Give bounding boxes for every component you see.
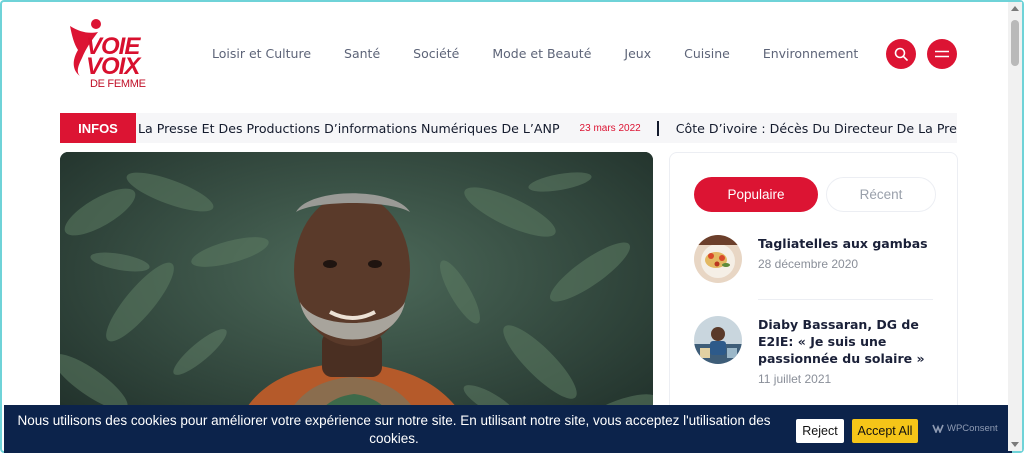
post-title[interactable]: Diaby Bassaran, DG de E2IE: « Je suis un…	[758, 316, 938, 367]
post-thumbnail[interactable]	[694, 316, 742, 364]
ticker-item[interactable]: La Presse Et Des Productions D’informati…	[138, 121, 560, 136]
wpconsent-logo-icon	[932, 424, 944, 433]
nav-item-cuisine[interactable]: Cuisine	[684, 46, 730, 61]
ticker-item-date: 23 mars 2022	[579, 122, 641, 134]
logo-word-de-femme: DE FEMME	[90, 78, 146, 90]
nav-item-mode-et-beaute[interactable]: Mode et Beauté	[492, 46, 591, 61]
cookie-consent-bar: Nous utilisons des cookies pour améliore…	[4, 405, 1012, 453]
scroll-down-arrow-icon[interactable]	[1011, 442, 1019, 447]
post-title[interactable]: Tagliatelles aux gambas	[758, 235, 938, 252]
person-portrait-image	[694, 316, 742, 364]
post-divider	[758, 299, 933, 300]
tab-populaire[interactable]: Populaire	[694, 177, 818, 212]
scroll-up-arrow-icon[interactable]	[1011, 6, 1019, 11]
post-date: 28 décembre 2020	[758, 257, 859, 271]
news-ticker: INFOS La Presse Et Des Productions D’inf…	[60, 113, 957, 143]
tab-recent[interactable]: Récent	[826, 177, 936, 212]
logo-word-voix: VOIX	[86, 53, 140, 80]
page-scrollbar[interactable]	[1008, 2, 1022, 451]
nav-item-environnement[interactable]: Environnement	[763, 46, 858, 61]
scrollbar-thumb[interactable]	[1011, 20, 1019, 66]
site-logo[interactable]: VOIE VOIX DE FEMME	[64, 16, 154, 92]
cookie-message: Nous utilisons des cookies pour améliore…	[17, 413, 771, 446]
search-icon	[894, 47, 908, 61]
post-date: 11 juillet 2021	[758, 372, 832, 386]
accept-all-cookies-button[interactable]: Accept All	[852, 419, 918, 443]
hamburger-menu-icon	[935, 50, 949, 58]
nav-item-loisir-et-culture[interactable]: Loisir et Culture	[212, 46, 311, 61]
main-nav: Loisir et Culture Santé Société Mode et …	[212, 46, 891, 61]
post-thumbnail[interactable]	[694, 235, 742, 283]
consent-brand[interactable]: WPConsent	[932, 423, 998, 434]
menu-button[interactable]	[927, 39, 957, 69]
food-dish-image	[694, 235, 742, 283]
consent-brand-label: WPConsent	[947, 423, 998, 434]
ticker-label: INFOS	[60, 113, 136, 143]
sidebar-post[interactable]: Tagliatelles aux gambas 28 décembre 2020	[694, 235, 938, 283]
ticker-separator	[656, 120, 659, 136]
nav-item-jeux[interactable]: Jeux	[624, 46, 651, 61]
sidebar-post[interactable]: Diaby Bassaran, DG de E2IE: « Je suis un…	[694, 316, 938, 386]
ticker-item[interactable]: Côte D’ivoire : Décès Du Directeur De La…	[676, 121, 957, 136]
sidebar-tabs: Populaire Récent	[694, 177, 936, 212]
nav-item-societe[interactable]: Société	[413, 46, 459, 61]
reject-cookies-button[interactable]: Reject	[796, 419, 844, 443]
search-button[interactable]	[886, 39, 916, 69]
nav-item-sante[interactable]: Santé	[344, 46, 380, 61]
